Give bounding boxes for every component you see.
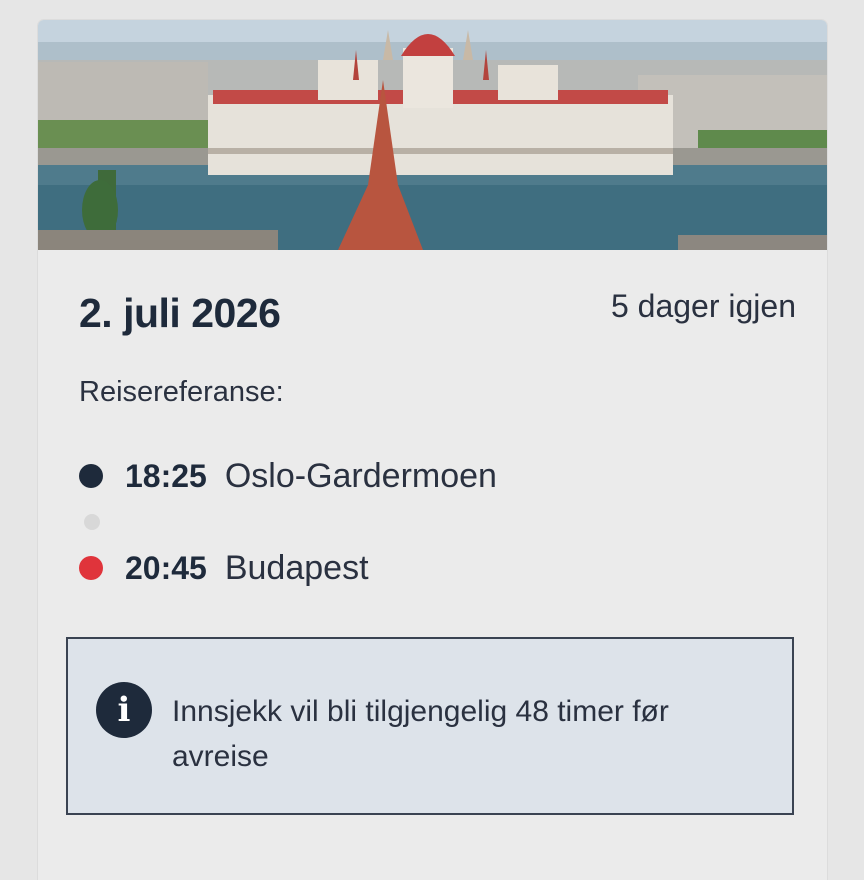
checkin-info-box: i Innsjekk vil bli tilgjengelig 48 timer… bbox=[66, 637, 794, 815]
route-connector-icon bbox=[84, 514, 100, 530]
arrival-city: Budapest bbox=[224, 548, 369, 587]
departure-row: 18:25 Oslo-Gardermoen bbox=[79, 454, 497, 498]
destination-image bbox=[38, 20, 827, 250]
departure-dot-icon bbox=[79, 464, 103, 488]
countdown-text: 5 dager igjen bbox=[610, 288, 796, 324]
info-icon: i bbox=[96, 682, 152, 738]
departure-time: 18:25 bbox=[125, 457, 207, 494]
trip-date: 2. juli 2026 bbox=[79, 290, 281, 336]
arrival-time: 20:45 bbox=[125, 549, 207, 586]
departure-airport: Oslo-Gardermoen bbox=[224, 456, 497, 495]
arrival-dot-icon bbox=[79, 556, 103, 580]
checkin-info-text: Innsjekk vil bli tilgjengelig 48 timer f… bbox=[172, 695, 669, 773]
trip-card[interactable]: 2. juli 2026 5 dager igjen Reisereferans… bbox=[38, 20, 827, 880]
arrival-row: 20:45 Budapest bbox=[79, 546, 369, 590]
booking-reference-label: Reisereferanse: bbox=[79, 376, 284, 408]
